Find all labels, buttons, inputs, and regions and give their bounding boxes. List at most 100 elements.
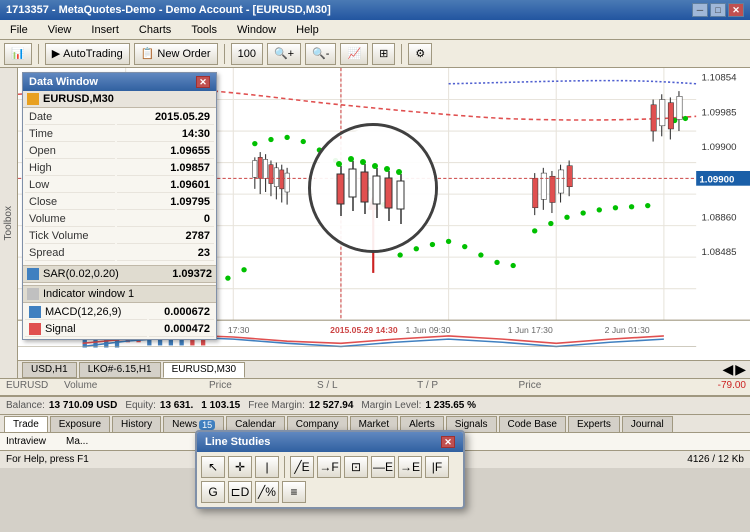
new-chart-btn[interactable]: 📊 — [4, 43, 32, 65]
hray-btn[interactable]: →E — [398, 456, 422, 478]
zoom-in-btn[interactable]: 🔍+ — [267, 43, 301, 65]
scroll-right-btn[interactable]: ▶ — [735, 361, 746, 378]
period-btn[interactable]: 100 — [231, 43, 263, 65]
minimize-btn[interactable]: ─ — [692, 3, 708, 17]
line-studies-header: Line Studies ✕ — [197, 432, 463, 452]
data-window-close-btn[interactable]: ✕ — [196, 76, 210, 88]
date-label: Date — [25, 110, 115, 125]
menu-insert[interactable]: Insert — [85, 22, 125, 38]
table-row: Low 1.09601 — [25, 178, 214, 193]
tick-volume-label: Tick Volume — [25, 229, 115, 244]
menu-help[interactable]: Help — [290, 22, 325, 38]
table-row: MACD(12,26,9) 0.000672 — [25, 305, 214, 320]
vline-btn[interactable]: |F — [425, 456, 449, 478]
news-badge: 15 — [199, 420, 215, 430]
svg-text:1.09985: 1.09985 — [702, 107, 737, 118]
margin-value: 1 103.15 — [201, 400, 240, 411]
tab-journal[interactable]: Journal — [622, 416, 673, 432]
margin-level-item: Margin Level: 1 235.65 % — [361, 400, 476, 411]
svg-text:1 Jun 09:30: 1 Jun 09:30 — [406, 325, 451, 335]
channel-btn[interactable]: G — [201, 481, 225, 503]
new-order-btn[interactable]: 📋 New Order — [134, 43, 218, 65]
retracement-btn[interactable]: ⊏D — [228, 481, 252, 503]
sar-row: SAR(0.02,0.20) 1.09372 — [23, 265, 216, 283]
hline-btn[interactable]: —E — [371, 456, 395, 478]
table-row: Signal 0.000472 — [25, 322, 214, 337]
table-row: Spread 23 — [25, 246, 214, 261]
chart-tab-2[interactable]: EURUSD,M30 — [163, 362, 245, 378]
menu-file[interactable]: File — [4, 22, 34, 38]
zoom-out-btn[interactable]: 🔍- — [305, 43, 336, 65]
data-window-table: Date 2015.05.29 Time 14:30 Open 1.09655 … — [23, 108, 216, 263]
title-controls[interactable]: ─ □ ✕ — [692, 3, 744, 17]
autotrading-label: AutoTrading — [63, 48, 123, 60]
margin-level-label: Margin Level: — [361, 400, 421, 411]
chart-tab-0[interactable]: USD,H1 — [22, 362, 77, 378]
data-window-symbol-row: EURUSD,M30 — [23, 91, 216, 108]
menu-tools[interactable]: Tools — [185, 22, 223, 38]
fan-btn[interactable]: ╱% — [255, 481, 279, 503]
svg-text:1.10854: 1.10854 — [702, 73, 738, 84]
menu-window[interactable]: Window — [231, 22, 282, 38]
crosshair-btn[interactable]: ✛ — [228, 456, 252, 478]
toolbar-sep2 — [224, 44, 225, 64]
tab-trade[interactable]: Trade — [4, 416, 48, 432]
more-btn[interactable]: ≡ — [282, 481, 306, 503]
symbol-icon — [27, 93, 39, 105]
tab-exposure[interactable]: Exposure — [50, 416, 110, 432]
chart-props-btn[interactable]: ⚙ — [408, 43, 432, 65]
chart-tabs: USD,H1 LKO#-6.15,H1 EURUSD,M30 ◀ ▶ — [18, 360, 750, 378]
infline-btn[interactable]: ⊡ — [344, 456, 368, 478]
table-row: Open 1.09655 — [25, 144, 214, 159]
template-btn[interactable]: ⊞ — [372, 43, 395, 65]
maximize-btn[interactable]: □ — [710, 3, 726, 17]
macd-label: MACD(12,26,9) — [45, 306, 121, 318]
memory-text: 4126 / 12 Kb — [687, 454, 744, 465]
data-window: Data Window ✕ EURUSD,M30 Date 2015.05.29… — [22, 72, 217, 340]
high-value: 1.09857 — [117, 161, 214, 176]
tick-volume-value: 2787 — [117, 229, 214, 244]
title-bar: 1713357 - MetaQuotes-Demo - Demo Account… — [0, 0, 750, 20]
spread-value: 23 — [117, 246, 214, 261]
tab-history[interactable]: History — [112, 416, 161, 432]
sar-icon — [27, 268, 39, 280]
sl-col-header: S / L — [313, 379, 413, 392]
free-margin-item: Free Margin: 12 527.94 — [248, 400, 353, 411]
free-margin-label: Free Margin: — [248, 400, 305, 411]
volume-col-header: Volume — [60, 379, 205, 392]
line-btn[interactable]: | — [255, 456, 279, 478]
close-btn[interactable]: ✕ — [728, 3, 744, 17]
chart-area[interactable]: 29 May 1:00 17:30 2015.05.29 14:30 1 Jun… — [18, 68, 750, 378]
scroll-left-btn[interactable]: ◀ — [722, 361, 733, 378]
indicators-btn[interactable]: 📈 — [340, 43, 368, 65]
equity-label: Equity: — [125, 400, 156, 411]
menu-view[interactable]: View — [42, 22, 78, 38]
order-icon: 📋 — [141, 47, 155, 60]
spread-label: Spread — [25, 246, 115, 261]
data-window-title: Data Window — [29, 76, 98, 88]
high-label: High — [25, 161, 115, 176]
autotrading-btn[interactable]: ▶ AutoTrading — [45, 43, 130, 65]
autotrading-icon: ▶ — [52, 47, 60, 60]
trade-table: EURUSD Volume Price S / L T / P Price -7… — [0, 379, 750, 392]
toolbox-label: Toolbox — [3, 206, 14, 240]
toolbar-sep1 — [38, 44, 39, 64]
svg-text:1.08860: 1.08860 — [702, 212, 737, 223]
sar-name: SAR(0.02,0.20) — [43, 268, 119, 280]
table-row: Date 2015.05.29 — [25, 110, 214, 125]
tab-codebase[interactable]: Code Base — [499, 416, 566, 432]
trade-bar: EURUSD Volume Price S / L T / P Price -7… — [0, 378, 750, 396]
magnifier-svg — [311, 126, 438, 253]
line-studies-tools: ↖ ✛ | ╱E →F ⊡ —E →E |F G ⊏D ╱% ≡ — [197, 452, 463, 507]
menu-charts[interactable]: Charts — [133, 22, 177, 38]
cursor-btn[interactable]: ↖ — [201, 456, 225, 478]
symbol-col: EURUSD — [0, 379, 60, 392]
chart-tab-1[interactable]: LKO#-6.15,H1 — [79, 362, 161, 378]
main-area: Toolbox — [0, 68, 750, 378]
trendline-btn[interactable]: ╱E — [290, 456, 314, 478]
line-studies-close-btn[interactable]: ✕ — [441, 436, 455, 448]
equity-value: 13 631. — [160, 400, 193, 411]
tab-experts[interactable]: Experts — [568, 416, 620, 432]
macd-icon — [29, 306, 41, 318]
ray-btn[interactable]: →F — [317, 456, 341, 478]
